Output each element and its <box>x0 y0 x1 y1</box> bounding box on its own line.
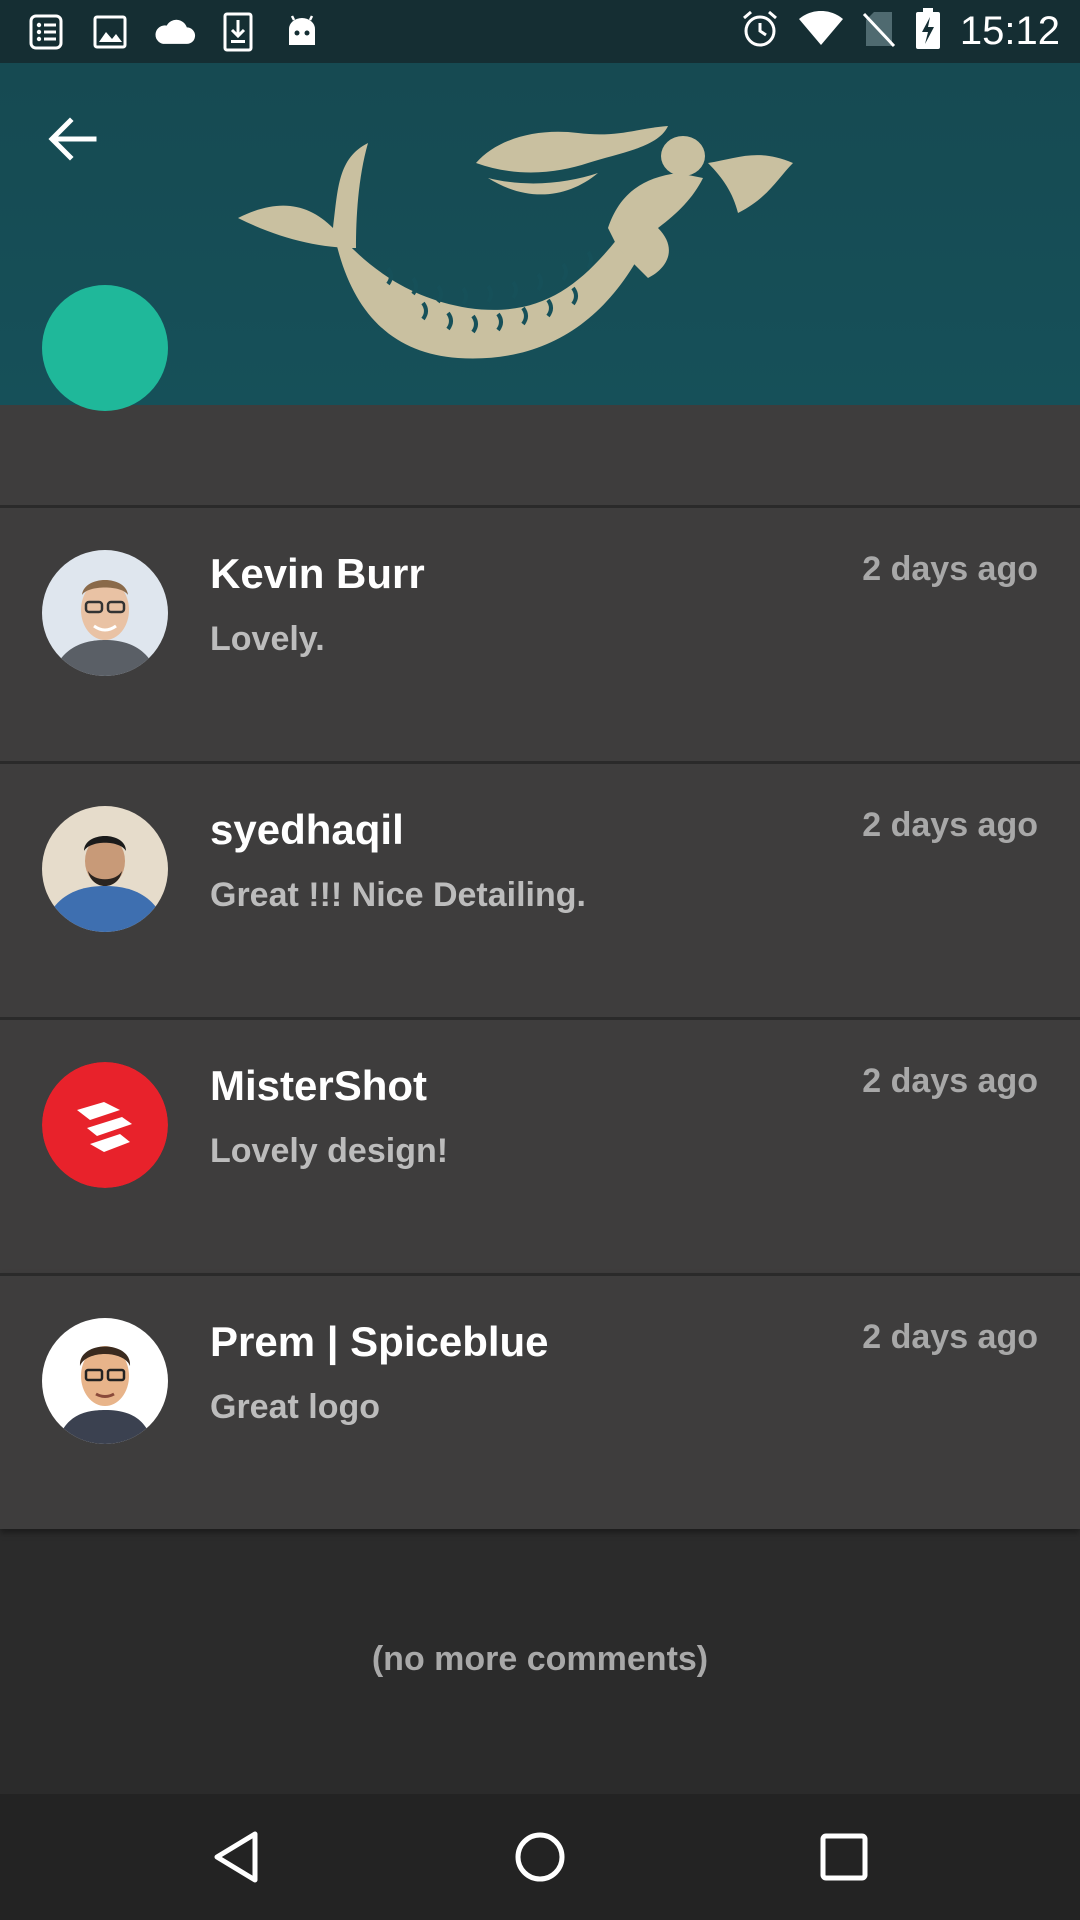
list-icon <box>24 10 68 54</box>
comment-author[interactable]: MisterShot <box>210 1062 427 1110</box>
no-sim-icon <box>862 10 896 53</box>
navigation-bar <box>0 1794 1080 1920</box>
avatar <box>42 285 168 411</box>
avatar[interactable] <box>42 550 168 676</box>
back-button[interactable] <box>44 110 102 168</box>
comment-list: Kevin Burr 2 days ago Lovely. syedhaqil … <box>0 505 1080 1529</box>
square-recents-icon <box>820 1833 868 1881</box>
comment-author[interactable]: syedhaqil <box>210 806 404 854</box>
comment-text: Lovely design! <box>210 1132 449 1170</box>
no-more-comments-label: (no more comments) <box>371 1640 709 1678</box>
comment-time: 2 days ago <box>862 1062 1038 1100</box>
wifi-icon <box>798 10 844 52</box>
triangle-back-icon <box>214 1831 258 1883</box>
comment-author[interactable]: Kevin Burr <box>210 550 425 598</box>
circle-home-icon <box>515 1832 565 1882</box>
avatar[interactable] <box>42 1062 168 1188</box>
alarm-icon <box>740 9 780 54</box>
avatar[interactable] <box>42 1318 168 1444</box>
partial-comment-row <box>0 285 1080 505</box>
android-icon <box>280 10 324 54</box>
avatar[interactable] <box>42 806 168 932</box>
comment-text: Lovely. <box>210 620 325 658</box>
comment-time: 2 days ago <box>862 550 1038 588</box>
comment-time: 2 days ago <box>862 806 1038 844</box>
comment-author[interactable]: Prem | Spiceblue <box>210 1318 549 1366</box>
nav-home-button[interactable] <box>510 1827 570 1887</box>
comment-row[interactable]: syedhaqil 2 days ago Great !!! Nice Deta… <box>0 761 1080 1017</box>
comment-row[interactable]: MisterShot 2 days ago Lovely design! <box>0 1017 1080 1273</box>
status-right-icons: 15:12 <box>740 0 1060 63</box>
nav-recents-button[interactable] <box>814 1827 874 1887</box>
status-time: 15:12 <box>959 9 1060 53</box>
comment-time: 2 days ago <box>862 1318 1038 1356</box>
comment-text: Great logo <box>210 1388 381 1426</box>
cloud-icon <box>152 10 196 54</box>
mermaid-logo <box>238 126 793 359</box>
battery-charging-icon <box>914 8 942 55</box>
arrow-left-icon <box>48 117 97 161</box>
download-icon <box>216 10 260 54</box>
status-bar: 15:12 <box>0 0 1080 63</box>
comment-row[interactable]: Kevin Burr 2 days ago Lovely. <box>0 505 1080 761</box>
image-icon <box>88 10 132 54</box>
comment-row[interactable]: Prem | Spiceblue 2 days ago Great logo <box>0 1273 1080 1529</box>
status-left-icons <box>24 10 324 53</box>
comment-text: Great !!! Nice Detailing. <box>210 876 586 914</box>
nav-back-button[interactable] <box>206 1827 266 1887</box>
